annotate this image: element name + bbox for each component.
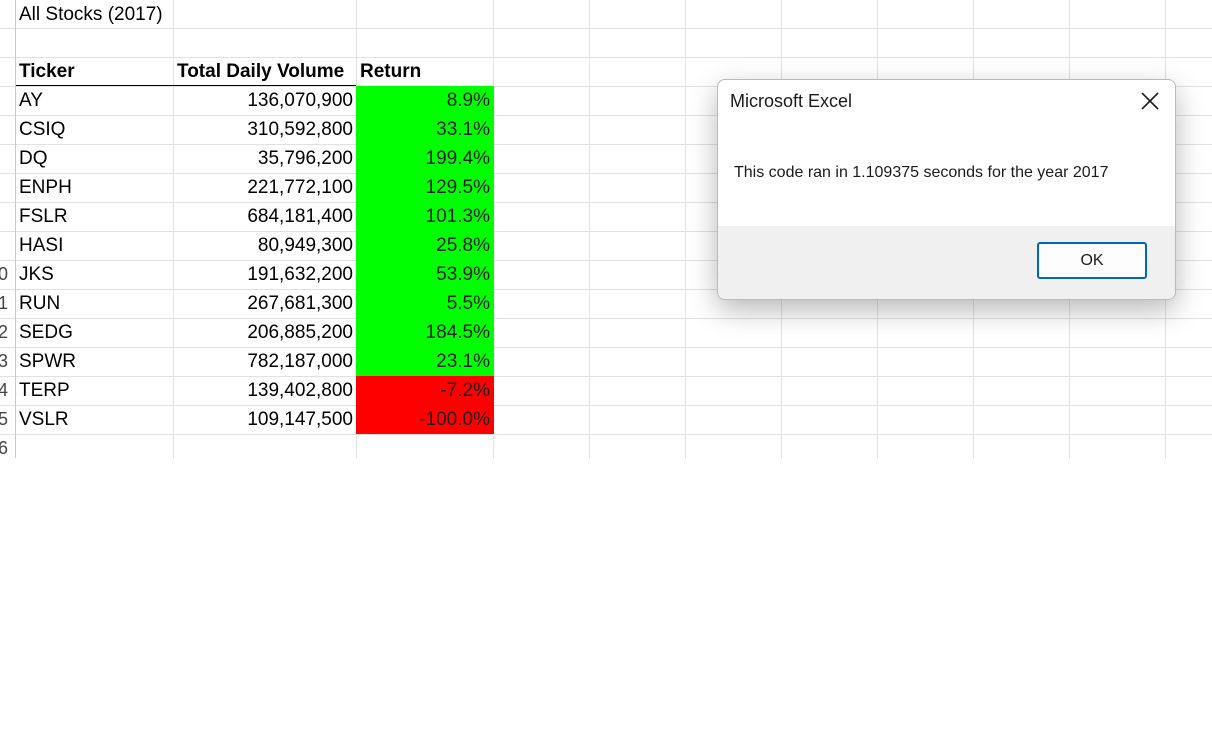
ticker-cell[interactable]: AY <box>19 86 173 115</box>
dialog-title: Microsoft Excel <box>730 91 853 111</box>
row-number[interactable]: 6 <box>0 434 8 458</box>
return-cell[interactable]: 5.5% <box>356 289 494 318</box>
return-cell[interactable]: 33.1% <box>356 115 494 144</box>
return-cell[interactable]: 53.9% <box>356 260 494 289</box>
message-box-dialog: Microsoft Excel This code ran in 1.10937… <box>717 79 1176 300</box>
volume-cell[interactable]: 109,147,500 <box>174 405 356 434</box>
volume-cell[interactable]: 35,796,200 <box>174 144 356 173</box>
volume-cell[interactable]: 782,187,000 <box>174 347 356 376</box>
row-gridline <box>0 434 1212 435</box>
volume-cell[interactable]: 139,402,800 <box>174 376 356 405</box>
ticker-cell[interactable]: SEDG <box>19 318 173 347</box>
ticker-cell[interactable]: CSIQ <box>19 115 173 144</box>
row-number[interactable]: 0 <box>0 260 8 289</box>
ok-button[interactable]: OK <box>1037 242 1147 279</box>
dialog-message: This code ran in 1.109375 seconds for th… <box>734 164 1109 181</box>
row-number[interactable]: 5 <box>0 405 8 434</box>
row-number[interactable]: 2 <box>0 318 8 347</box>
volume-cell[interactable]: 206,885,200 <box>174 318 356 347</box>
volume-cell[interactable]: 221,772,100 <box>174 173 356 202</box>
return-cell[interactable]: -7.2% <box>356 376 494 405</box>
ticker-cell[interactable]: HASI <box>19 231 173 260</box>
volume-cell[interactable]: 310,592,800 <box>174 115 356 144</box>
row-header-border <box>15 0 16 458</box>
header-total-daily-volume[interactable]: Total Daily Volume <box>174 57 356 86</box>
row-gridline <box>0 28 1212 29</box>
return-cell[interactable]: 8.9% <box>356 86 494 115</box>
volume-cell[interactable]: 80,949,300 <box>174 231 356 260</box>
ticker-cell[interactable]: DQ <box>19 144 173 173</box>
volume-cell[interactable]: 267,681,300 <box>174 289 356 318</box>
ticker-cell[interactable]: FSLR <box>19 202 173 231</box>
row-number[interactable]: 4 <box>0 376 8 405</box>
return-cell[interactable]: 101.3% <box>356 202 494 231</box>
header-return[interactable]: Return <box>356 57 494 86</box>
column-gridline <box>685 0 686 458</box>
return-cell[interactable]: 184.5% <box>356 318 494 347</box>
return-cell[interactable]: 199.4% <box>356 144 494 173</box>
return-cell[interactable]: 23.1% <box>356 347 494 376</box>
volume-cell[interactable]: 136,070,900 <box>174 86 356 115</box>
dialog-footer: OK <box>718 226 1175 299</box>
ticker-cell[interactable]: TERP <box>19 376 173 405</box>
ticker-cell[interactable]: RUN <box>19 289 173 318</box>
sheet-title-cell[interactable]: All Stocks (2017) <box>19 0 173 29</box>
close-icon[interactable] <box>1135 86 1165 116</box>
ticker-cell[interactable]: VSLR <box>19 405 173 434</box>
ticker-cell[interactable]: JKS <box>19 260 173 289</box>
column-gridline <box>589 0 590 458</box>
row-number[interactable]: 1 <box>0 289 8 318</box>
volume-cell[interactable]: 191,632,200 <box>174 260 356 289</box>
ticker-cell[interactable]: SPWR <box>19 347 173 376</box>
ticker-cell[interactable]: ENPH <box>19 173 173 202</box>
row-number[interactable]: 3 <box>0 347 8 376</box>
return-cell[interactable]: -100.0% <box>356 405 494 434</box>
header-ticker[interactable]: Ticker <box>19 57 173 86</box>
volume-cell[interactable]: 684,181,400 <box>174 202 356 231</box>
return-cell[interactable]: 129.5% <box>356 173 494 202</box>
return-cell[interactable]: 25.8% <box>356 231 494 260</box>
